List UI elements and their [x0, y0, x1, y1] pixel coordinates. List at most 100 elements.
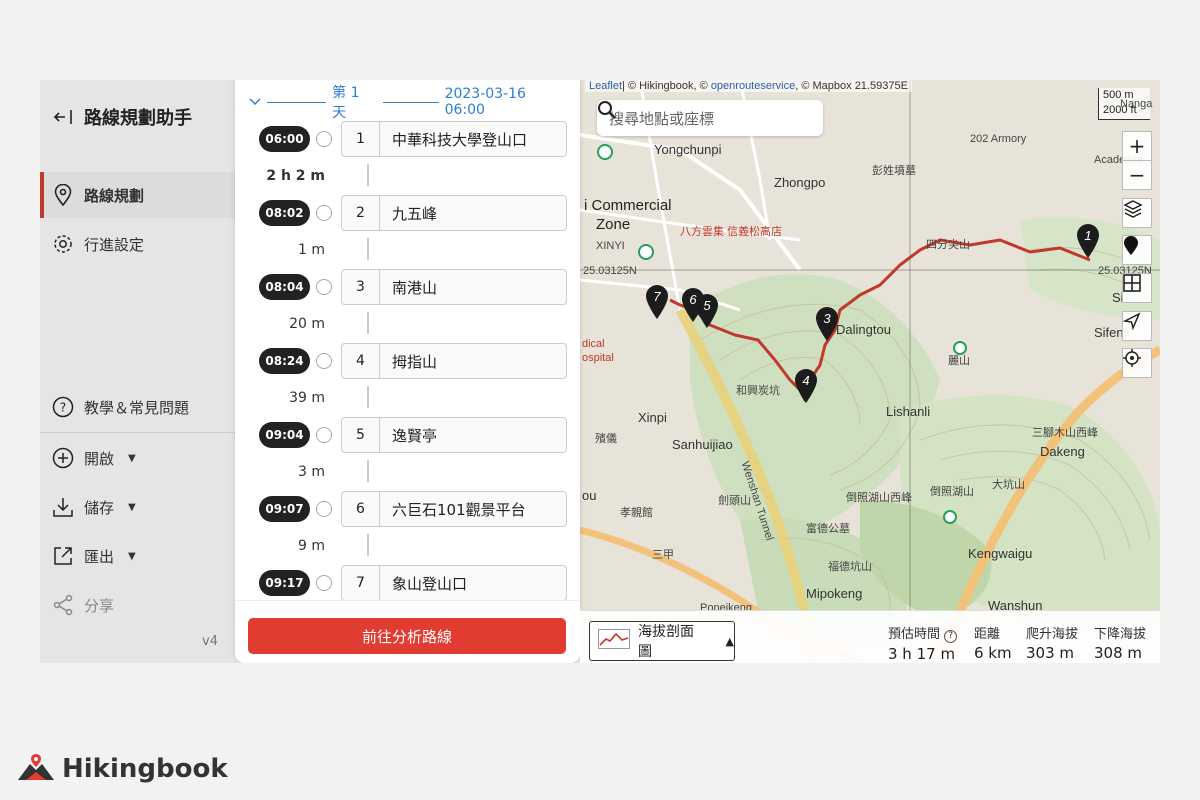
stop-time[interactable]: 09:04	[259, 422, 310, 448]
route-stop[interactable]: 09:07 6 六巨石101觀景平台	[259, 491, 567, 527]
segment-connector	[367, 460, 369, 482]
zoom-in-button[interactable]: +	[1122, 131, 1152, 161]
stop-time[interactable]: 09:07	[259, 496, 310, 522]
sidebar-item-open[interactable]: 開啟 ▼	[40, 435, 235, 481]
attribution-leaflet[interactable]: Leaflet	[589, 80, 622, 92]
stop-number: 3	[342, 270, 380, 304]
navigate-icon[interactable]	[1122, 311, 1152, 341]
map-label: XINYI	[596, 240, 625, 252]
chevron-down-icon: ▼	[128, 501, 136, 513]
route-marker-6[interactable]: 6	[680, 287, 706, 323]
stat-value: 308 m	[1094, 644, 1143, 662]
pin-icon[interactable]	[1122, 235, 1152, 265]
layers-icon[interactable]	[1122, 198, 1152, 228]
stat-value: 303 m	[1026, 644, 1075, 662]
map-label: 三甲	[652, 549, 674, 561]
sidebar-item-share[interactable]: 分享	[40, 582, 235, 628]
sidebar-item-export[interactable]: 匯出 ▼	[40, 533, 235, 579]
segment-time: 9 m	[298, 538, 325, 554]
stop-radio[interactable]	[316, 279, 332, 295]
chevron-down-icon: ▼	[128, 452, 136, 464]
route-stop[interactable]: 06:00 1 中華科技大學登山口	[259, 121, 567, 157]
stop-radio[interactable]	[316, 205, 332, 221]
segment-connector	[367, 386, 369, 408]
map-label: Zhongpo	[774, 175, 826, 190]
stop-radio[interactable]	[316, 427, 332, 443]
map-search-input[interactable]: 搜尋地點或座標	[597, 100, 823, 136]
attribution-ors[interactable]: openrouteservice	[711, 80, 795, 92]
stop-time[interactable]: 08:24	[259, 348, 310, 374]
stop-name: 九五峰	[392, 204, 438, 223]
chevron-down-icon[interactable]	[249, 95, 261, 109]
stop-field[interactable]: 1 中華科技大學登山口	[341, 121, 567, 157]
stop-field[interactable]: 2 九五峰	[341, 195, 567, 231]
sidebar-item-help[interactable]: ? 教學＆常見問題	[40, 384, 235, 430]
analyze-route-button[interactable]: 前往分析路線	[248, 618, 566, 654]
day-header[interactable]: 第 1 天 2023-03-16 06:00	[249, 85, 569, 121]
map-label: 麗山	[948, 355, 970, 367]
sidebar-title: 路線規劃助手	[84, 108, 192, 129]
collapse-arrow-icon[interactable]	[52, 106, 74, 128]
route-marker-4[interactable]: 4	[793, 368, 819, 404]
route-marker-3[interactable]: 3	[814, 306, 840, 342]
attribution-mapbox: , © Mapbox	[795, 80, 852, 92]
sidebar-item-save[interactable]: 儲存 ▼	[40, 484, 235, 530]
stop-field[interactable]: 5 逸賢亭	[341, 417, 567, 453]
route-stop[interactable]: 08:02 2 九五峰	[259, 195, 567, 231]
stop-field[interactable]: 4 拇指山	[341, 343, 567, 379]
stop-radio[interactable]	[316, 501, 332, 517]
sidebar-item-route-planning[interactable]: 路線規劃	[40, 172, 235, 218]
stop-number: 6	[342, 492, 380, 526]
locate-icon[interactable]	[1122, 348, 1152, 378]
route-marker-7[interactable]: 7	[644, 284, 670, 320]
location-pin-icon	[52, 184, 74, 206]
attribution-text: | © Hikingbook, ©	[622, 80, 711, 92]
segment-duration: 1 m	[249, 238, 369, 262]
stat-descent: 下降海拔 308 m	[1094, 623, 1146, 662]
info-icon[interactable]: ?	[944, 630, 958, 643]
segment-duration: 3 m	[249, 460, 369, 484]
sidebar-item-label: 路線規劃	[84, 186, 145, 205]
sidebar-item-settings[interactable]: 行進設定	[40, 221, 235, 267]
day-start: 2023-03-16 06:00	[444, 86, 526, 118]
stop-time[interactable]: 06:00	[259, 126, 310, 152]
map-label: Nanga	[1120, 98, 1153, 110]
route-stop[interactable]: 09:17 7 象山登山口	[259, 565, 567, 601]
help-circle-icon: ?	[52, 396, 74, 418]
map-label: Dalingtou	[836, 322, 891, 337]
hikingbook-logo: Hikingbook	[16, 752, 228, 786]
route-stop[interactable]: 08:24 4 拇指山	[259, 343, 567, 379]
elevation-profile-button[interactable]: 海拔剖面圖 ▲	[589, 621, 735, 661]
map-label: ospital	[582, 352, 614, 364]
route-stop[interactable]: 08:04 3 南港山	[259, 269, 567, 305]
map-label: 殯儀	[595, 433, 617, 445]
map-label: dical	[582, 338, 605, 350]
stop-field[interactable]: 7 象山登山口	[341, 565, 567, 601]
segment-time: 1 m	[298, 242, 325, 258]
stop-time[interactable]: 08:02	[259, 200, 310, 226]
map-label: Mipokeng	[806, 586, 863, 601]
route-marker-1[interactable]: 1	[1075, 223, 1101, 259]
stop-radio[interactable]	[316, 575, 332, 591]
route-stop[interactable]: 09:04 5 逸賢亭	[259, 417, 567, 453]
segment-time: 20 m	[289, 316, 325, 332]
stop-field[interactable]: 6 六巨石101觀景平台	[341, 491, 567, 527]
grid-icon[interactable]	[1122, 273, 1152, 303]
stop-time[interactable]: 08:04	[259, 274, 310, 300]
stat-ascent: 爬升海拔 303 m	[1026, 623, 1078, 662]
segment-time: 39 m	[289, 390, 325, 406]
stop-radio[interactable]	[316, 353, 332, 369]
zoom-out-button[interactable]: −	[1122, 160, 1152, 190]
sidebar-divider	[40, 432, 235, 433]
share-icon	[52, 594, 74, 616]
map-label: Lishanli	[886, 404, 931, 419]
stop-radio[interactable]	[316, 131, 332, 147]
stop-name: 象山登山口	[392, 574, 468, 593]
sidebar-item-label: 匯出	[84, 547, 115, 566]
stop-field[interactable]: 3 南港山	[341, 269, 567, 305]
stop-number: 1	[342, 122, 380, 156]
stop-time[interactable]: 09:17	[259, 570, 310, 596]
profile-button-label: 海拔剖面圖	[638, 624, 694, 660]
map-label: 202 Armory	[970, 133, 1027, 145]
segment-duration: 2 h 2 m	[249, 164, 369, 188]
